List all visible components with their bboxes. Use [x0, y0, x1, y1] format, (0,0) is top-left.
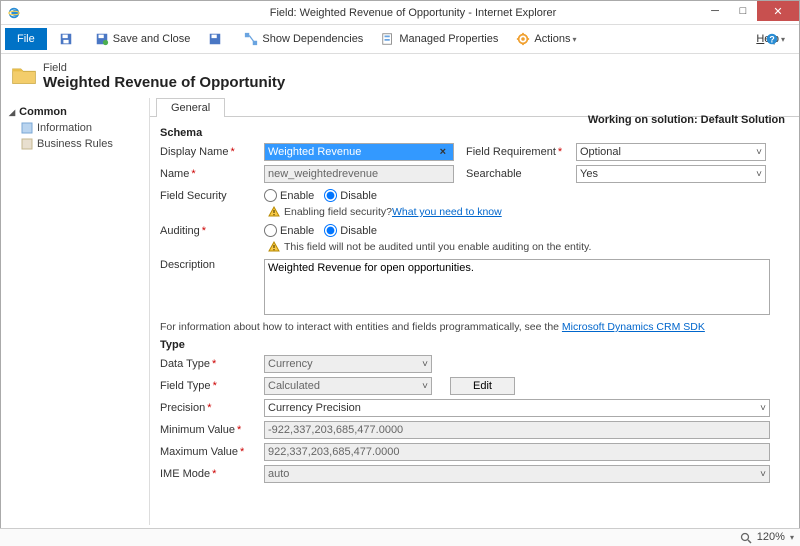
- description-label: Description: [160, 259, 264, 271]
- name-input: [264, 165, 454, 183]
- maximum-value-input: [264, 443, 770, 461]
- actions-label: Actions: [534, 33, 570, 45]
- ribbon-toolbar: File Save and Close Show Dependencies Ma…: [1, 25, 799, 54]
- ime-mode-label: IME Mode*: [160, 468, 264, 480]
- field-type-select: Calculated: [264, 377, 432, 395]
- warning-icon: [268, 206, 280, 218]
- field-security-enable-radio[interactable]: Enable: [264, 189, 314, 202]
- page-header: Field Weighted Revenue of Opportunity Wo…: [1, 54, 799, 98]
- folder-icon: [11, 64, 37, 86]
- sidebar: Common Information Business Rules: [1, 98, 149, 525]
- data-type-select: Currency: [264, 355, 432, 373]
- window-minimize-button[interactable]: ─: [701, 1, 729, 21]
- status-bar: 120% ▾: [0, 528, 800, 546]
- field-type-label: Field Type*: [160, 380, 264, 392]
- precision-select[interactable]: Currency Precision: [264, 399, 770, 417]
- solution-context: Working on solution: Default Solution: [588, 114, 785, 126]
- save-close-label: Save and Close: [113, 33, 191, 45]
- minimum-value-label: Minimum Value*: [160, 424, 264, 436]
- tab-general[interactable]: General: [156, 98, 225, 117]
- sidebar-item-label: Business Rules: [37, 138, 113, 150]
- window-maximize-button[interactable]: □: [729, 1, 757, 21]
- precision-label: Precision*: [160, 402, 264, 414]
- field-security-warning-link[interactable]: What you need to know: [392, 206, 502, 218]
- chevron-down-icon: ▾: [572, 35, 576, 44]
- zoom-control[interactable]: 120% ▾: [740, 531, 794, 543]
- name-label: Name*: [160, 168, 264, 180]
- window-titlebar: Field: Weighted Revenue of Opportunity -…: [1, 1, 799, 25]
- content-pane: General Schema Display Name* × Field Req…: [149, 98, 799, 525]
- dependencies-icon: [244, 32, 258, 46]
- window-close-button[interactable]: ✕: [757, 1, 799, 21]
- entity-type-label: Field: [43, 62, 285, 74]
- save-and-close-button[interactable]: Save and Close: [89, 28, 197, 50]
- sidebar-item-information[interactable]: Information: [5, 120, 145, 136]
- save-close-icon: [95, 32, 109, 46]
- display-name-label: Display Name*: [160, 146, 264, 158]
- page-title: Weighted Revenue of Opportunity: [43, 74, 285, 91]
- sdk-info-line: For information about how to interact wi…: [160, 321, 789, 333]
- show-dependencies-label: Show Dependencies: [262, 33, 363, 45]
- field-security-label: Field Security: [160, 190, 264, 202]
- field-requirement-select[interactable]: Optional: [576, 143, 766, 161]
- field-security-warning: Enabling field security? What you need t…: [268, 206, 789, 218]
- clear-input-icon[interactable]: ×: [440, 146, 446, 158]
- searchable-select[interactable]: Yes: [576, 165, 766, 183]
- auditing-disable-radio[interactable]: Disable: [324, 224, 377, 237]
- maximum-value-label: Maximum Value*: [160, 446, 264, 458]
- save-button[interactable]: [53, 28, 83, 50]
- managed-properties-button[interactable]: Managed Properties: [375, 28, 504, 50]
- auditing-enable-radio[interactable]: Enable: [264, 224, 314, 237]
- ie-icon: [7, 6, 21, 20]
- minimum-value-input: [264, 421, 770, 439]
- field-requirement-label: Field Requirement*: [466, 146, 576, 158]
- zoom-icon: [740, 532, 752, 544]
- auditing-label: Auditing*: [160, 225, 264, 237]
- svg-text:?: ?: [769, 35, 774, 45]
- data-type-label: Data Type*: [160, 358, 264, 370]
- save-icon: [59, 32, 73, 46]
- sdk-link[interactable]: Microsoft Dynamics CRM SDK: [562, 321, 705, 333]
- actions-menu[interactable]: Actions▾: [510, 28, 582, 50]
- field-security-disable-radio[interactable]: Disable: [324, 189, 377, 202]
- sidebar-item-business-rules[interactable]: Business Rules: [5, 136, 145, 152]
- searchable-label: Searchable: [466, 168, 576, 180]
- sidebar-item-label: Information: [37, 122, 92, 134]
- help-icon: ?: [765, 32, 779, 46]
- section-schema: Schema: [160, 127, 789, 139]
- display-name-input[interactable]: [264, 143, 454, 161]
- managed-props-label: Managed Properties: [399, 33, 498, 45]
- edit-button[interactable]: Edit: [450, 377, 515, 395]
- help-button[interactable]: ? Help▾: [750, 28, 791, 50]
- warning-icon: [268, 241, 280, 253]
- sidebar-section-common[interactable]: Common: [5, 104, 145, 120]
- managed-props-icon: [381, 32, 395, 46]
- show-dependencies-button[interactable]: Show Dependencies: [238, 28, 369, 50]
- auditing-warning: This field will not be audited until you…: [268, 241, 789, 253]
- window-title: Field: Weighted Revenue of Opportunity -…: [27, 7, 799, 19]
- actions-icon: [516, 32, 530, 46]
- save-alt-button[interactable]: [202, 28, 232, 50]
- description-textarea[interactable]: [264, 259, 770, 315]
- save-alt-icon: [208, 32, 222, 46]
- section-type: Type: [160, 339, 789, 351]
- ime-mode-select: auto: [264, 465, 770, 483]
- file-menu[interactable]: File: [5, 28, 47, 50]
- chevron-down-icon: ▾: [781, 35, 785, 44]
